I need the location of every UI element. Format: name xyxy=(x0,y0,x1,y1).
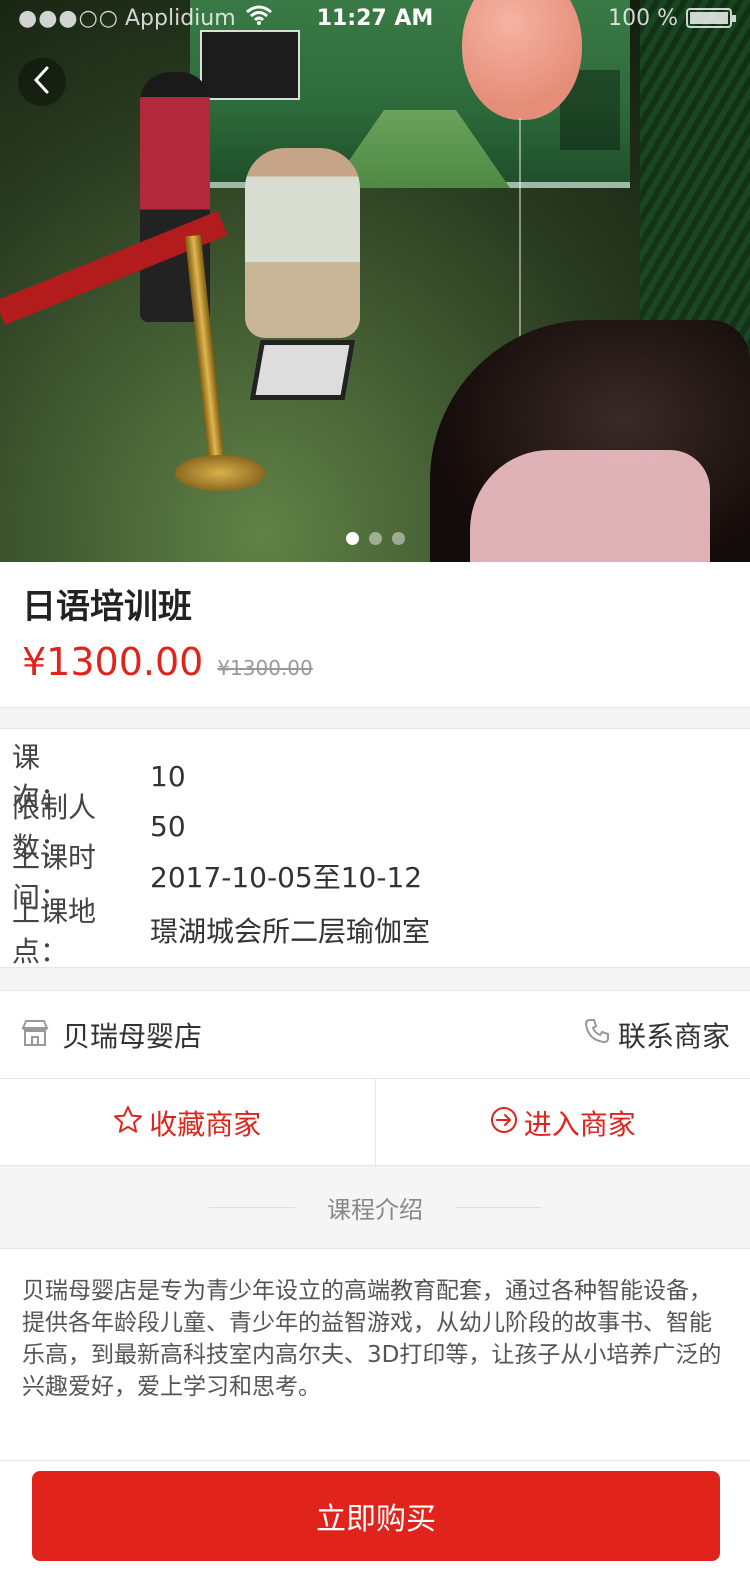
enter-merchant-button[interactable]: 进入商家 xyxy=(374,1079,750,1167)
divider xyxy=(455,1206,541,1208)
carousel-dot-2[interactable] xyxy=(368,532,382,545)
favorite-merchant-button[interactable]: 收藏商家 xyxy=(0,1079,375,1167)
coach xyxy=(245,148,360,338)
carousel-indicator xyxy=(0,532,750,545)
star-icon xyxy=(113,1105,143,1142)
section-heading: 课程介绍 xyxy=(0,1166,750,1248)
phone-icon xyxy=(584,1018,610,1051)
bottom-bar: 立即购买 xyxy=(0,1460,750,1572)
product-header: 日语培训班 ¥1300.00 ¥1300.00 xyxy=(0,562,750,708)
carousel-dot-3[interactable] xyxy=(391,532,405,545)
info-label: 上课地点： xyxy=(12,895,97,968)
contact-label: 联系商家 xyxy=(617,1019,730,1053)
enter-icon xyxy=(490,1106,518,1141)
contact-merchant-button[interactable]: 联系商家 xyxy=(584,1015,730,1055)
ball-tray xyxy=(249,340,356,400)
store-name[interactable]: 贝瑞母婴店 xyxy=(62,1015,202,1055)
current-price: ¥1300.00 xyxy=(22,640,204,684)
price-row: ¥1300.00 ¥1300.00 xyxy=(22,640,728,684)
store-row: 贝瑞母婴店 联系商家 xyxy=(0,991,750,1079)
hero-photo[interactable] xyxy=(0,0,750,562)
store-actions: 收藏商家 进入商家 xyxy=(0,1079,750,1167)
clock: 11:27 AM xyxy=(316,5,434,31)
original-price: ¥1300.00 xyxy=(217,656,313,680)
status-bar: ●●●○○ Applidium 11:27 AM 100 % xyxy=(0,0,750,36)
carousel-dot-1[interactable] xyxy=(345,532,359,545)
info-value: 50 xyxy=(150,809,186,843)
info-value: 璟湖城会所二层瑜伽室 xyxy=(150,915,431,948)
product-title: 日语培训班 xyxy=(22,587,192,627)
seated-child-shirt xyxy=(470,450,710,562)
back-icon xyxy=(32,65,52,99)
divider xyxy=(209,1206,295,1208)
favorite-label: 收藏商家 xyxy=(149,1108,262,1141)
back-button[interactable] xyxy=(18,58,66,106)
enter-label: 进入商家 xyxy=(523,1108,636,1141)
screen-inset xyxy=(200,30,300,100)
course-info: 课 次： 10 限制人数： 50 上课时间： 2017-10-05至10-12 … xyxy=(0,728,750,968)
battery-icon xyxy=(686,8,736,28)
section-title: 课程介绍 xyxy=(327,1195,423,1224)
course-description: 贝瑞母婴店是专为青少年设立的高端教育配套，通过各种智能设备，提供各年龄段儿童、青… xyxy=(0,1248,750,1460)
store-icon xyxy=(20,1019,50,1051)
info-value: 10 xyxy=(150,759,186,793)
barrier-pole-base xyxy=(175,455,265,491)
buy-now-button[interactable]: 立即购买 xyxy=(32,1471,720,1561)
info-row-location: 上课地点： 璟湖城会所二层瑜伽室 xyxy=(12,895,738,968)
store-section: 贝瑞母婴店 联系商家 收藏商家 进入商家 xyxy=(0,990,750,1167)
info-value: 2017-10-05至10-12 xyxy=(150,861,423,894)
